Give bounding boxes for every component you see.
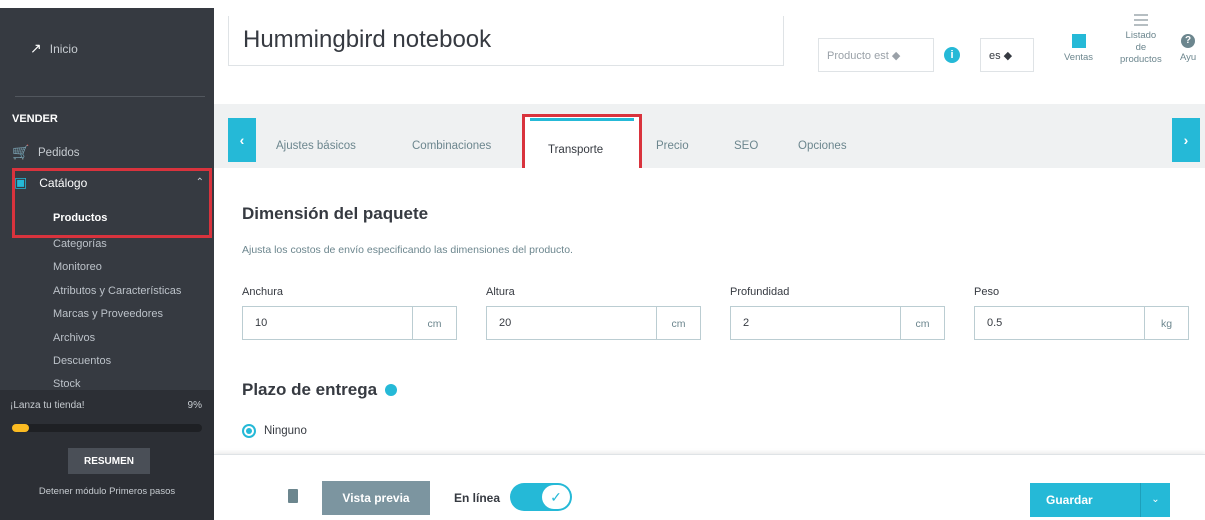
preview-button[interactable]: Vista previa — [322, 481, 430, 515]
sidebar-item-catalogo[interactable]: ▣ Catálogo ⌃ — [14, 174, 204, 191]
tabs-scroll-left[interactable]: ‹ — [228, 118, 256, 162]
trend-icon: ↗ — [30, 40, 42, 56]
help-label: Ayu — [1180, 52, 1197, 63]
resumen-button[interactable]: RESUMEN — [68, 448, 150, 474]
product-tabs: ‹ Ajustes básicos Combinaciones Transpor… — [214, 104, 1205, 184]
save-button[interactable]: Guardar — [1030, 483, 1140, 517]
product-header: Hummingbird notebook Producto est ◆ i es… — [214, 0, 1205, 104]
onboarding-percent: 9% — [187, 400, 202, 411]
info-icon[interactable]: i — [944, 47, 960, 63]
delivery-option-label: Ninguno — [264, 425, 307, 437]
stop-onboarding-link[interactable]: Detener módulo Primeros pasos — [0, 486, 214, 497]
sidebar-item-label: Inicio — [49, 41, 78, 56]
sidebar-item-label: Pedidos — [38, 146, 80, 159]
sidebar-item-pedidos[interactable]: 🛒 Pedidos — [12, 144, 80, 161]
tab-price[interactable]: Precio — [656, 140, 689, 152]
tabs-scroll-right[interactable]: › — [1172, 118, 1200, 162]
radio-selected-icon[interactable] — [242, 424, 256, 438]
package-description: Ajusta los costos de envío especificando… — [242, 244, 573, 256]
tab-shipping[interactable]: Transporte — [548, 144, 603, 156]
sidebar-subitem-archivos[interactable]: Archivos — [53, 332, 95, 344]
onboarding-progress-fill — [12, 424, 30, 432]
active-tab-indicator — [530, 118, 634, 121]
check-icon: ✓ — [542, 485, 570, 509]
package-title: Dimensión del paquete — [242, 204, 429, 223]
sidebar-subitem-descuentos[interactable]: Descuentos — [53, 355, 111, 367]
sales-button[interactable]: Ventas — [1064, 34, 1093, 64]
action-footer: Vista previa En línea ✓ Guardar ⌄ — [214, 454, 1205, 520]
sidebar-top-edge — [0, 0, 214, 8]
tab-seo[interactable]: SEO — [734, 140, 758, 152]
onboarding-progress-bar — [12, 424, 202, 432]
height-value[interactable]: 20 — [487, 307, 656, 339]
depth-unit: cm — [900, 307, 944, 339]
list-icon — [1133, 14, 1148, 26]
help-dot-icon[interactable] — [385, 384, 398, 396]
sidebar-subitem-categorias[interactable]: Categorías — [53, 238, 107, 250]
sidebar-subitem-productos[interactable]: Productos — [53, 212, 107, 224]
sidebar-section-title: VENDER — [12, 113, 58, 125]
product-type-select[interactable]: Producto est ◆ — [818, 38, 934, 72]
width-value[interactable]: 10 — [243, 307, 412, 339]
product-list-button[interactable]: Listado de productos — [1120, 14, 1162, 66]
tab-options[interactable]: Opciones — [798, 140, 847, 152]
sidebar: ↗ Inicio VENDER 🛒 Pedidos ▣ Catálogo ⌃ P… — [0, 0, 214, 520]
product-name-input[interactable]: Hummingbird notebook — [228, 16, 784, 66]
width-unit: cm — [412, 307, 456, 339]
sidebar-subitem-marcas[interactable]: Marcas y Proveedores — [53, 308, 163, 320]
chevron-up-icon: ⌃ — [195, 177, 204, 188]
weight-value[interactable]: 0.5 — [975, 307, 1144, 339]
width-field[interactable]: 10 cm — [242, 306, 457, 340]
height-field[interactable]: 20 cm — [486, 306, 701, 340]
cart-icon: 🛒 — [12, 144, 30, 160]
trash-icon[interactable] — [288, 489, 298, 503]
sidebar-divider — [15, 96, 205, 97]
sidebar-item-label: Catálogo — [39, 175, 88, 190]
delivery-option-none[interactable]: Ninguno — [242, 424, 307, 438]
list-label-2: de — [1135, 42, 1147, 53]
weight-unit: kg — [1144, 307, 1188, 339]
chevron-down-icon[interactable]: ⌄ — [1140, 483, 1170, 517]
tab-basic[interactable]: Ajustes básicos — [276, 140, 356, 152]
height-unit: cm — [656, 307, 700, 339]
weight-field[interactable]: 0.5 kg — [974, 306, 1189, 340]
online-label: En línea — [454, 491, 501, 505]
sidebar-subitem-monitoreo[interactable]: Monitoreo — [53, 261, 102, 273]
sidebar-item-inicio[interactable]: ↗ Inicio — [30, 40, 78, 57]
help-icon: ? — [1181, 34, 1196, 48]
sales-label: Ventas — [1064, 52, 1094, 63]
width-label: Anchura — [242, 286, 283, 298]
list-label-1: Listado — [1125, 30, 1157, 41]
delivery-title-row: Plazo de entrega — [242, 380, 398, 400]
language-select[interactable]: es ◆ — [980, 38, 1034, 72]
store-icon: ▣ — [14, 174, 28, 190]
delivery-title: Plazo de entrega — [242, 380, 378, 399]
depth-value[interactable]: 2 — [731, 307, 900, 339]
sidebar-subitem-stock[interactable]: Stock — [53, 378, 81, 390]
shipping-panel: Dimensión del paquete Ajusta los costos … — [214, 168, 1205, 454]
help-button[interactable]: ? Ayu — [1180, 34, 1196, 64]
online-toggle[interactable]: ✓ — [510, 483, 572, 511]
height-label: Altura — [486, 286, 515, 298]
weight-label: Peso — [974, 286, 1000, 298]
list-label-3: productos — [1120, 54, 1162, 65]
tab-combinations[interactable]: Combinaciones — [412, 140, 491, 152]
depth-label: Profundidad — [730, 286, 790, 298]
onboarding-label: ¡Lanza tu tienda! — [10, 400, 85, 411]
sidebar-subitem-atributos[interactable]: Atributos y Características — [53, 285, 181, 297]
bar-chart-icon — [1071, 34, 1086, 48]
depth-field[interactable]: 2 cm — [730, 306, 945, 340]
